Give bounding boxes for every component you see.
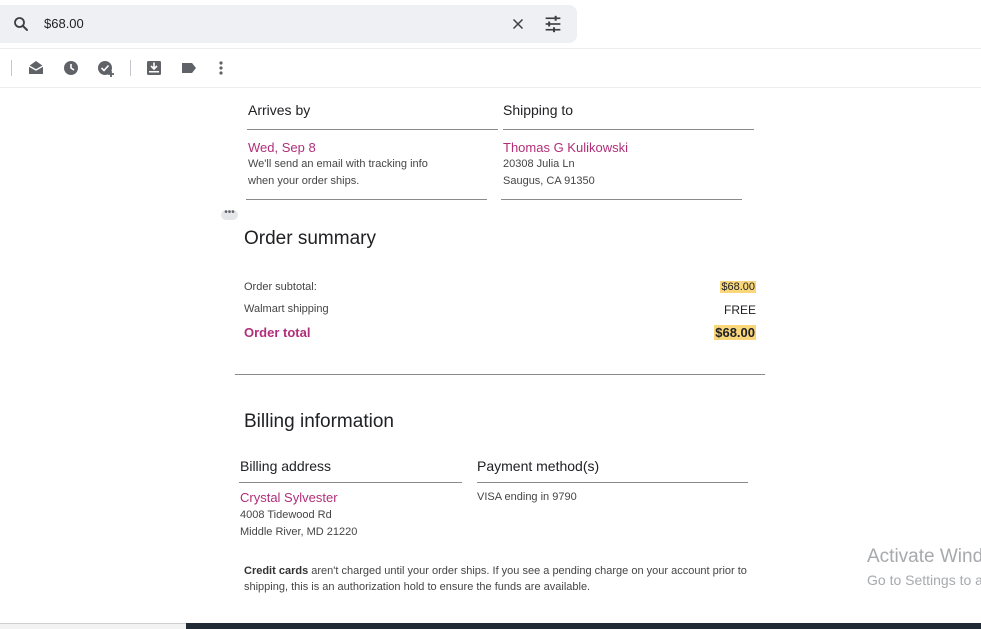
search-input[interactable]: $68.00 <box>44 16 84 31</box>
rule <box>246 199 487 200</box>
email-view: $68.00 Arrives by Wed, Sep 8 We'll send … <box>0 0 981 629</box>
message-toolbar <box>0 56 300 80</box>
toolbar-separator <box>11 60 12 76</box>
search-icon[interactable] <box>12 15 30 33</box>
section-divider <box>235 374 765 375</box>
arrival-note-line-2: when your order ships. <box>248 175 360 187</box>
subtotal-label: Order subtotal: <box>244 281 317 293</box>
search-options-icon[interactable] <box>543 15 563 33</box>
shipping-label: Walmart shipping <box>244 303 329 315</box>
billing-address-line-1: 4008 Tidewood Rd <box>240 509 332 521</box>
rule <box>239 482 462 483</box>
taskbar <box>186 623 981 629</box>
recipient-name: Thomas G Kulikowski <box>503 140 628 155</box>
divider <box>0 48 981 49</box>
move-to-inbox-icon[interactable] <box>144 58 164 78</box>
charge-note-text: aren't charged until your order ships. I… <box>244 565 747 593</box>
arrival-date: Wed, Sep 8 <box>248 140 316 155</box>
add-task-icon[interactable] <box>96 58 116 78</box>
close-icon[interactable] <box>509 15 527 33</box>
shipping-address-line-1: 20308 Julia Ln <box>503 158 575 170</box>
charge-note-bold: Credit cards <box>244 565 309 577</box>
order-summary-heading: Order summary <box>244 228 376 249</box>
arrives-title: Arrives by <box>248 102 311 118</box>
billing-heading: Billing information <box>244 411 394 432</box>
order-total-amount: $68.00 <box>714 325 756 340</box>
billing-address-title: Billing address <box>240 458 332 474</box>
billing-name: Crystal Sylvester <box>240 490 338 505</box>
shipping-address-line-2: Saugus, CA 91350 <box>503 175 595 187</box>
mark-unread-icon[interactable] <box>26 58 46 78</box>
charge-note: Credit cards aren't charged until your o… <box>244 563 754 595</box>
more-vert-icon[interactable] <box>211 58 231 78</box>
rule <box>477 482 748 483</box>
rule <box>501 199 742 200</box>
payment-method-title: Payment method(s) <box>477 458 600 474</box>
horizontal-scrollbar[interactable] <box>0 623 186 629</box>
divider <box>0 87 981 88</box>
order-total-label: Order total <box>244 325 311 340</box>
subtotal-value: $68.00 <box>656 281 756 293</box>
payment-method-value: VISA ending in 9790 <box>477 491 577 503</box>
show-trimmed-content-button[interactable]: ••• <box>221 208 238 220</box>
shipping-value: FREE <box>723 303 756 317</box>
rule <box>503 129 754 130</box>
search-bar[interactable]: $68.00 <box>0 5 577 43</box>
toolbar-separator <box>130 60 131 76</box>
snooze-icon[interactable] <box>61 58 81 78</box>
activate-windows-subtitle: Go to Settings to activate Windows. <box>867 572 981 588</box>
subtotal-amount: $68.00 <box>720 281 756 293</box>
activate-windows-title: Activate Windows <box>867 546 981 567</box>
shipping-to-title: Shipping to <box>503 102 574 118</box>
rule <box>247 129 498 130</box>
billing-address-line-2: Middle River, MD 21220 <box>240 526 358 538</box>
arrival-note-line-1: We'll send an email with tracking info <box>248 158 428 170</box>
order-total-value: $68.00 <box>656 325 756 340</box>
label-icon[interactable] <box>179 58 199 78</box>
